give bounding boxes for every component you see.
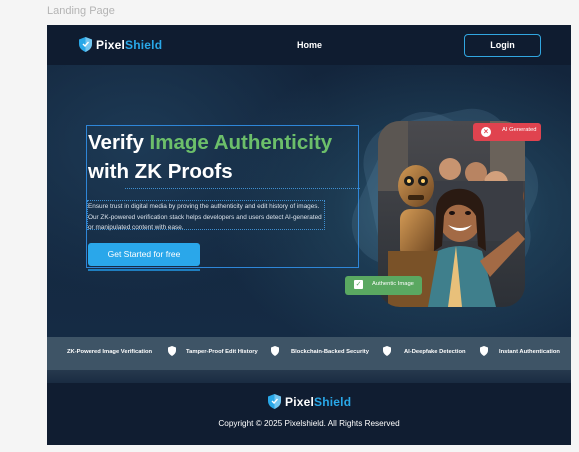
nav-home-link[interactable]: Home <box>297 40 322 50</box>
shield-logo-icon <box>268 394 281 409</box>
feature-item: Tamper-Proof Edit History <box>186 349 258 355</box>
footer-logo[interactable]: PixelShield <box>268 394 351 409</box>
shield-icon <box>383 346 391 356</box>
shield-logo-icon <box>79 37 92 52</box>
get-started-button[interactable]: Get Started for free <box>88 243 200 266</box>
authentic-image-label: Authentic Image <box>372 281 414 287</box>
brand-name: PixelShield <box>96 38 162 52</box>
shield-icon <box>271 346 279 356</box>
footer: PixelShield Copyright © 2025 Pixelshield… <box>47 383 571 445</box>
feature-strip: ZK-Powered Image Verification Tamper-Pro… <box>47 337 571 370</box>
shield-icon <box>168 346 176 356</box>
copyright-text: Copyright © 2025 Pixelshield. All Rights… <box>218 419 400 428</box>
cta-shadow <box>88 269 200 271</box>
top-nav: PixelShield Home Login <box>47 25 571 65</box>
authentic-image-badge: ✓ Authentic Image <box>345 276 422 295</box>
feature-item: Instant Authentication <box>499 349 560 355</box>
hero-description: Ensure trust in digital media by proving… <box>88 203 322 231</box>
shield-icon <box>480 346 488 356</box>
hero-title-part2: with ZK Proofs <box>88 160 233 183</box>
brand-name-part1: Pixel <box>96 37 126 52</box>
brand-logo[interactable]: PixelShield <box>79 37 162 52</box>
footer-brand-name: PixelShield <box>285 395 351 409</box>
strip-shadow <box>47 370 571 383</box>
hero-title-part1: Verify <box>88 131 150 154</box>
frame-label: Landing Page <box>47 5 115 17</box>
brand-name-part2: Shield <box>125 37 163 52</box>
close-circle-icon: × <box>481 127 491 137</box>
brand-name-part2: Shield <box>314 394 352 409</box>
login-button[interactable]: Login <box>464 34 541 57</box>
hero-section: Verify Image Authenticity with ZK Proofs… <box>47 65 571 337</box>
checkbox-check-icon: ✓ <box>354 280 363 289</box>
feature-item: Blockchain-Backed Security <box>291 349 369 355</box>
hero-title: Verify Image Authenticity with ZK Proofs <box>88 128 363 186</box>
ai-generated-badge: × AI Generated <box>473 123 541 141</box>
brand-name-part1: Pixel <box>285 394 315 409</box>
landing-page-frame: PixelShield Home Login Verify Image Auth… <box>47 25 571 445</box>
guide-line <box>125 188 360 189</box>
hero-title-accent: Image Authenticity <box>149 131 333 154</box>
ai-generated-label: AI Generated <box>502 127 537 133</box>
feature-item: AI-Deepfake Detection <box>404 349 466 355</box>
feature-item: ZK-Powered Image Verification <box>67 349 153 355</box>
